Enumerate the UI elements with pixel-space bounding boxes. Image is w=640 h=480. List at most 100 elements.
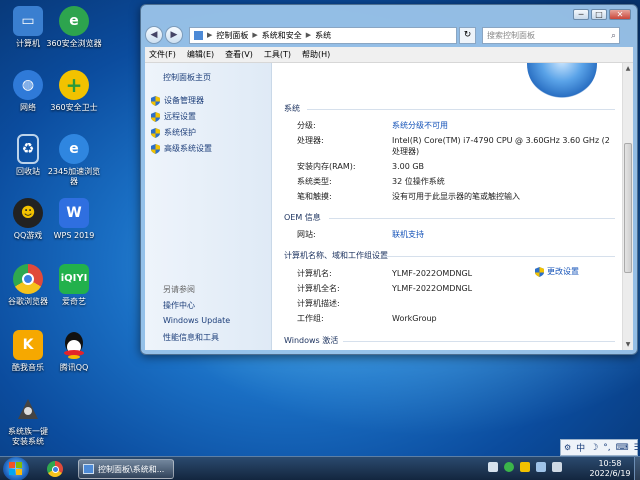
ime-moon-icon[interactable]: ☽	[590, 443, 598, 453]
sidebar-item-system-protection[interactable]: 系统保护	[151, 127, 196, 138]
sidebar-item-device-manager[interactable]: 设备管理器	[151, 95, 204, 106]
scroll-up-arrow[interactable]: ▲	[623, 63, 633, 74]
menu-view[interactable]: 查看(V)	[225, 49, 253, 60]
sidebar-item-remote-settings[interactable]: 远程设置	[151, 111, 196, 122]
breadcrumb-separator: ▶	[252, 31, 258, 39]
scroll-thumb[interactable]	[624, 143, 632, 273]
desktop-icon-label: 系统族一键安装系统	[8, 427, 48, 446]
desktop-icon-iqiyi[interactable]: iQIYI 爱奇艺	[46, 264, 102, 307]
desktop-icon-label: WPS 2019	[53, 231, 95, 240]
sidebar-home-link[interactable]: 控制面板主页	[163, 72, 211, 83]
address-row: ◀ ▶ ▶ 控制面板 ▶ 系统和安全 ▶ 系统 ↻ 搜索控制面板 ⌕	[145, 25, 633, 45]
tray-flag-icon[interactable]	[520, 462, 530, 472]
breadcrumb-separator: ▶	[207, 31, 213, 39]
desktop-icon-2345-browser[interactable]: e 2345加速浏览器	[46, 134, 102, 187]
installer-icon	[13, 394, 43, 424]
computer-name-value: YLMF-2022OMDNGL	[392, 269, 473, 278]
main-panel: 系统 分级: 系统分级不可用 处理器: Intel(R) Core(TM) i7…	[273, 63, 621, 350]
desktop-icon-360-guard[interactable]: + 360安全卫士	[46, 70, 102, 113]
tray-volume-icon[interactable]	[552, 462, 562, 472]
clock-time: 10:58	[598, 459, 622, 468]
breadcrumb-item-control-panel[interactable]: 控制面板	[216, 30, 248, 41]
taskbar-task-label: 控制面板\系统和...	[98, 464, 165, 474]
ime-mode-chinese[interactable]: 中	[576, 441, 585, 454]
window-controls: ─ □ ✕	[573, 9, 631, 20]
menu-edit[interactable]: 编辑(E)	[187, 49, 214, 60]
windows-flag-icon	[9, 462, 22, 475]
ime-menu-icon[interactable]: ☰	[634, 443, 640, 453]
shield-icon	[151, 111, 160, 122]
sidebar-item-windows-update[interactable]: Windows Update	[163, 316, 230, 325]
change-settings-button[interactable]: 更改设置	[535, 266, 579, 277]
menu-tools[interactable]: 工具(T)	[264, 49, 291, 60]
maximize-button[interactable]: □	[591, 9, 607, 20]
breadcrumb-item-security[interactable]: 系统和安全	[262, 30, 302, 41]
taskbar-clock[interactable]: 10:58 2022/6/19	[588, 459, 632, 479]
control-panel-icon	[83, 464, 94, 474]
section-divider	[383, 256, 615, 257]
ime-punctuation-icon[interactable]: °,	[603, 443, 610, 453]
recycle-bin-icon: ♻	[17, 134, 39, 164]
guard-360-icon: +	[59, 70, 89, 100]
search-icon: ⌕	[610, 30, 616, 41]
ram-value: 3.00 GB	[392, 162, 425, 171]
desktop-icon-wps[interactable]: W WPS 2019	[46, 198, 102, 241]
vertical-scrollbar[interactable]: ▲ ▼	[622, 63, 633, 350]
tray-network-icon[interactable]	[536, 462, 546, 472]
desktop-icon-installer[interactable]: 系统族一键安装系统	[0, 394, 56, 447]
start-button[interactable]	[3, 457, 29, 480]
rating-label: 分级:	[297, 121, 316, 130]
breadcrumb-item-system[interactable]: 系统	[315, 30, 331, 41]
network-icon: ◍	[13, 70, 43, 100]
desktop-icon-qq[interactable]: 腾讯QQ	[46, 330, 102, 373]
system-window[interactable]: ─ □ ✕ ◀ ▶ ▶ 控制面板 ▶ 系统和安全 ▶ 系统 ↻ 搜索控制面板 ⌕…	[140, 4, 638, 355]
forward-button[interactable]: ▶	[165, 26, 183, 44]
menu-help[interactable]: 帮助(H)	[302, 49, 330, 60]
sidebar-item-label: 设备管理器	[164, 96, 204, 105]
minimize-button[interactable]: ─	[573, 9, 589, 20]
description-label: 计算机描述:	[297, 299, 340, 308]
menu-file[interactable]: 文件(F)	[149, 49, 176, 60]
show-desktop-button[interactable]	[634, 457, 640, 480]
pen-touch-value: 没有可用于此显示器的笔或触控输入	[392, 192, 520, 201]
taskbar: 控制面板\系统和... 10:58 2022/6/19	[0, 456, 640, 480]
section-divider	[307, 109, 615, 110]
section-title-system: 系统	[284, 104, 300, 113]
sidebar-item-action-center[interactable]: 操作中心	[163, 300, 195, 311]
sidebar-item-performance[interactable]: 性能信息和工具	[163, 332, 219, 343]
content-area: 控制面板主页 设备管理器 远程设置 系统保护 高级系统设置 另请参阅 操作中心 …	[145, 63, 633, 350]
refresh-button[interactable]: ↻	[459, 26, 476, 44]
full-name-label: 计算机全名:	[297, 284, 340, 293]
full-name-value: YLMF-2022OMDNGL	[392, 284, 473, 293]
close-button[interactable]: ✕	[609, 9, 631, 20]
section-divider	[329, 218, 615, 219]
section-title-oem: OEM 信息	[284, 213, 321, 222]
tray-keyboard-icon[interactable]	[488, 462, 498, 472]
address-bar[interactable]: ▶ 控制面板 ▶ 系统和安全 ▶ 系统	[189, 26, 457, 44]
online-support-link[interactable]: 联机支持	[392, 229, 424, 240]
taskbar-chrome-button[interactable]	[44, 460, 66, 478]
desktop-icon-label: 爱奇艺	[62, 297, 86, 306]
shield-icon	[151, 95, 160, 106]
desktop-icon-label: 腾讯QQ	[59, 363, 89, 372]
see-also-heading: 另请参阅	[163, 285, 195, 294]
workgroup-value: WorkGroup	[392, 314, 437, 323]
ime-keyboard-icon[interactable]: ⌨	[616, 443, 629, 453]
scroll-down-arrow[interactable]: ▼	[623, 339, 633, 350]
search-input[interactable]: 搜索控制面板 ⌕	[482, 26, 620, 44]
sidebar: 控制面板主页 设备管理器 远程设置 系统保护 高级系统设置 另请参阅 操作中心 …	[145, 63, 272, 350]
tray-360-icon[interactable]	[504, 462, 514, 472]
sidebar-item-advanced-settings[interactable]: 高级系统设置	[151, 143, 212, 154]
kuwo-music-icon: K	[13, 330, 43, 360]
back-button[interactable]: ◀	[145, 26, 163, 44]
taskbar-control-panel-task[interactable]: 控制面板\系统和...	[78, 459, 174, 479]
ime-options-icon[interactable]: ⚙	[564, 443, 571, 452]
desktop-icon-label: 360安全浏览器	[46, 39, 102, 48]
ime-language-bar[interactable]: ⚙ 中 ☽ °, ⌨ ☰	[560, 439, 640, 456]
computer-name-label: 计算机名:	[297, 269, 332, 278]
shield-icon	[151, 143, 160, 154]
rating-value-link[interactable]: 系统分级不可用	[392, 120, 448, 131]
sidebar-item-label: 系统保护	[164, 128, 196, 137]
workgroup-label: 工作组:	[297, 314, 324, 323]
desktop-icon-360-browser[interactable]: e 360安全浏览器	[46, 6, 102, 49]
